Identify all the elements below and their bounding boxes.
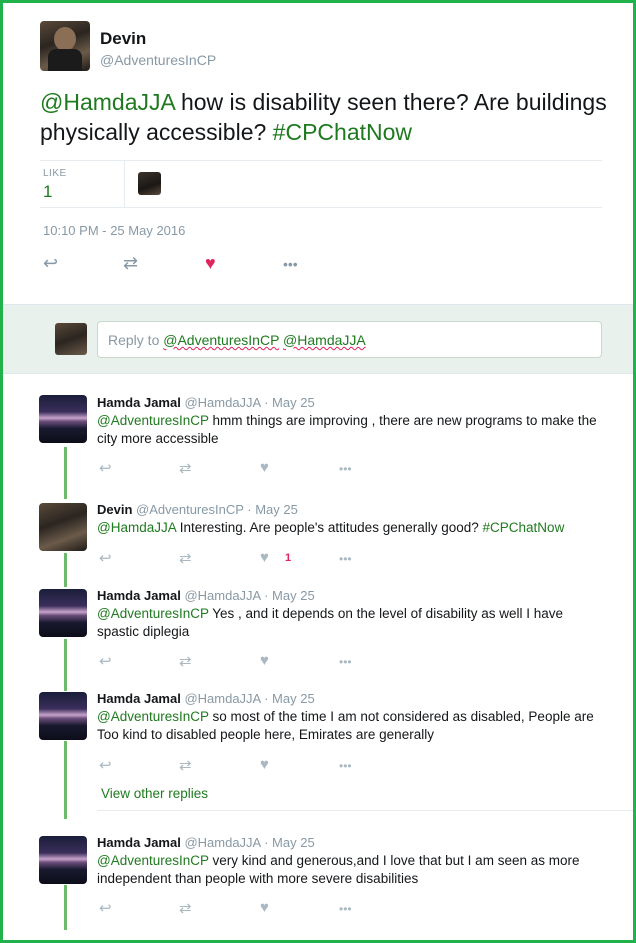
stats-separator [124, 161, 125, 207]
tweet-text: @HamdaJJA how is disability seen there? … [40, 87, 610, 147]
more-icon[interactable]: ••• [339, 902, 352, 916]
divider [97, 810, 633, 811]
tweet-frame: Devin @AdventuresInCP @HamdaJJA how is d… [0, 0, 636, 943]
retweet-icon[interactable]: ⇄ [123, 253, 138, 274]
reply-author[interactable]: Hamda Jamal @HamdaJJA · May 25 [97, 835, 315, 850]
reply-avatar[interactable] [39, 589, 87, 637]
reply-actions: ↩ ⇄ ♥ ••• [99, 899, 399, 917]
more-icon[interactable]: ••• [339, 462, 352, 476]
more-icon[interactable]: ••• [339, 759, 352, 773]
thread-line [64, 885, 67, 930]
reply-text: @AdventuresInCP very kind and generous,a… [97, 853, 580, 886]
thread-line [64, 553, 67, 587]
reply-actions: ↩ ⇄ ♥ 1 ••• [99, 549, 399, 567]
divider [40, 207, 602, 208]
reply-mention-link[interactable]: @AdventuresInCP [97, 606, 209, 621]
reply-mention-link[interactable]: @AdventuresInCP [97, 413, 209, 428]
like-icon[interactable]: ♥ [260, 756, 269, 773]
reply-author[interactable]: Hamda Jamal @HamdaJJA · May 25 [97, 691, 315, 706]
reply-avatar[interactable] [39, 395, 87, 443]
more-icon[interactable]: ••• [339, 655, 352, 669]
retweet-icon[interactable]: ⇄ [179, 549, 192, 567]
reply-icon[interactable]: ↩ [99, 899, 112, 917]
thread-line [64, 447, 67, 499]
more-icon[interactable]: ••• [283, 256, 298, 272]
like-icon[interactable]: ♥ [260, 459, 269, 476]
retweet-icon[interactable]: ⇄ [179, 652, 192, 670]
more-icon[interactable]: ••• [339, 552, 352, 566]
author-avatar[interactable] [40, 21, 90, 71]
reply-input[interactable]: Reply to @AdventuresInCP @HamdaJJA [97, 321, 602, 358]
reply-hashtag-link[interactable]: #CPChatNow [483, 520, 565, 535]
reply-actions: ↩ ⇄ ♥ ••• [99, 459, 399, 477]
reply-text: @AdventuresInCP so most of the time I am… [97, 709, 594, 742]
reply-composer: Reply to @AdventuresInCP @HamdaJJA [3, 304, 633, 374]
reply-mention-link[interactable]: @HamdaJJA [97, 520, 176, 535]
like-icon[interactable]: ♥ [260, 899, 269, 916]
like-icon[interactable]: ♥ [260, 549, 269, 566]
reply-mention-link[interactable]: @AdventuresInCP [97, 709, 209, 724]
reply-icon[interactable]: ↩ [43, 253, 58, 274]
thread-line [64, 741, 67, 819]
reply-author[interactable]: Hamda Jamal @HamdaJJA · May 25 [97, 588, 315, 603]
tweet-timestamp[interactable]: 10:10 PM - 25 May 2016 [43, 223, 185, 238]
reply-icon[interactable]: ↩ [99, 756, 112, 774]
reply-mention-link[interactable]: @AdventuresInCP [97, 853, 209, 868]
reply-icon[interactable]: ↩ [99, 459, 112, 477]
like-count[interactable]: 1 [43, 182, 52, 202]
reply-actions: ↩ ⇄ ♥ ••• [99, 652, 399, 670]
like-icon[interactable]: ♥ [205, 253, 216, 274]
reply-avatar[interactable] [39, 692, 87, 740]
reply-icon[interactable]: ↩ [99, 652, 112, 670]
reply-icon[interactable]: ↩ [99, 549, 112, 567]
tweet-mention-link[interactable]: @HamdaJJA [40, 89, 175, 115]
reply-text: @HamdaJJA Interesting. Are people's atti… [97, 520, 565, 535]
reply-mention-1: @AdventuresInCP [163, 332, 280, 348]
liker-avatar[interactable] [138, 172, 161, 195]
tweet-hashtag-link[interactable]: #CPChatNow [273, 119, 412, 145]
reply-author[interactable]: Devin @AdventuresInCP · May 25 [97, 502, 298, 517]
thread-line [64, 639, 67, 691]
view-other-replies-link[interactable]: View other replies [101, 786, 208, 801]
like-icon[interactable]: ♥ [260, 652, 269, 669]
reply-author[interactable]: Hamda Jamal @HamdaJJA · May 25 [97, 395, 315, 410]
reply-avatar[interactable] [39, 836, 87, 884]
reply-text: @AdventuresInCP Yes , and it depends on … [97, 606, 563, 639]
retweet-icon[interactable]: ⇄ [179, 756, 192, 774]
like-count: 1 [285, 552, 292, 564]
author-name[interactable]: Devin [100, 29, 146, 49]
reply-mention-2: @HamdaJJA [283, 332, 366, 348]
retweet-icon[interactable]: ⇄ [179, 459, 192, 477]
current-user-avatar [55, 323, 87, 355]
author-handle[interactable]: @AdventuresInCP [100, 52, 216, 68]
reply-actions: ↩ ⇄ ♥ ••• [99, 756, 399, 774]
retweet-icon[interactable]: ⇄ [179, 899, 192, 917]
like-label: LIKE [43, 168, 67, 179]
reply-avatar[interactable] [39, 503, 87, 551]
reply-text: @AdventuresInCP hmm things are improving… [97, 413, 597, 446]
reply-prefix: Reply to [108, 332, 164, 348]
